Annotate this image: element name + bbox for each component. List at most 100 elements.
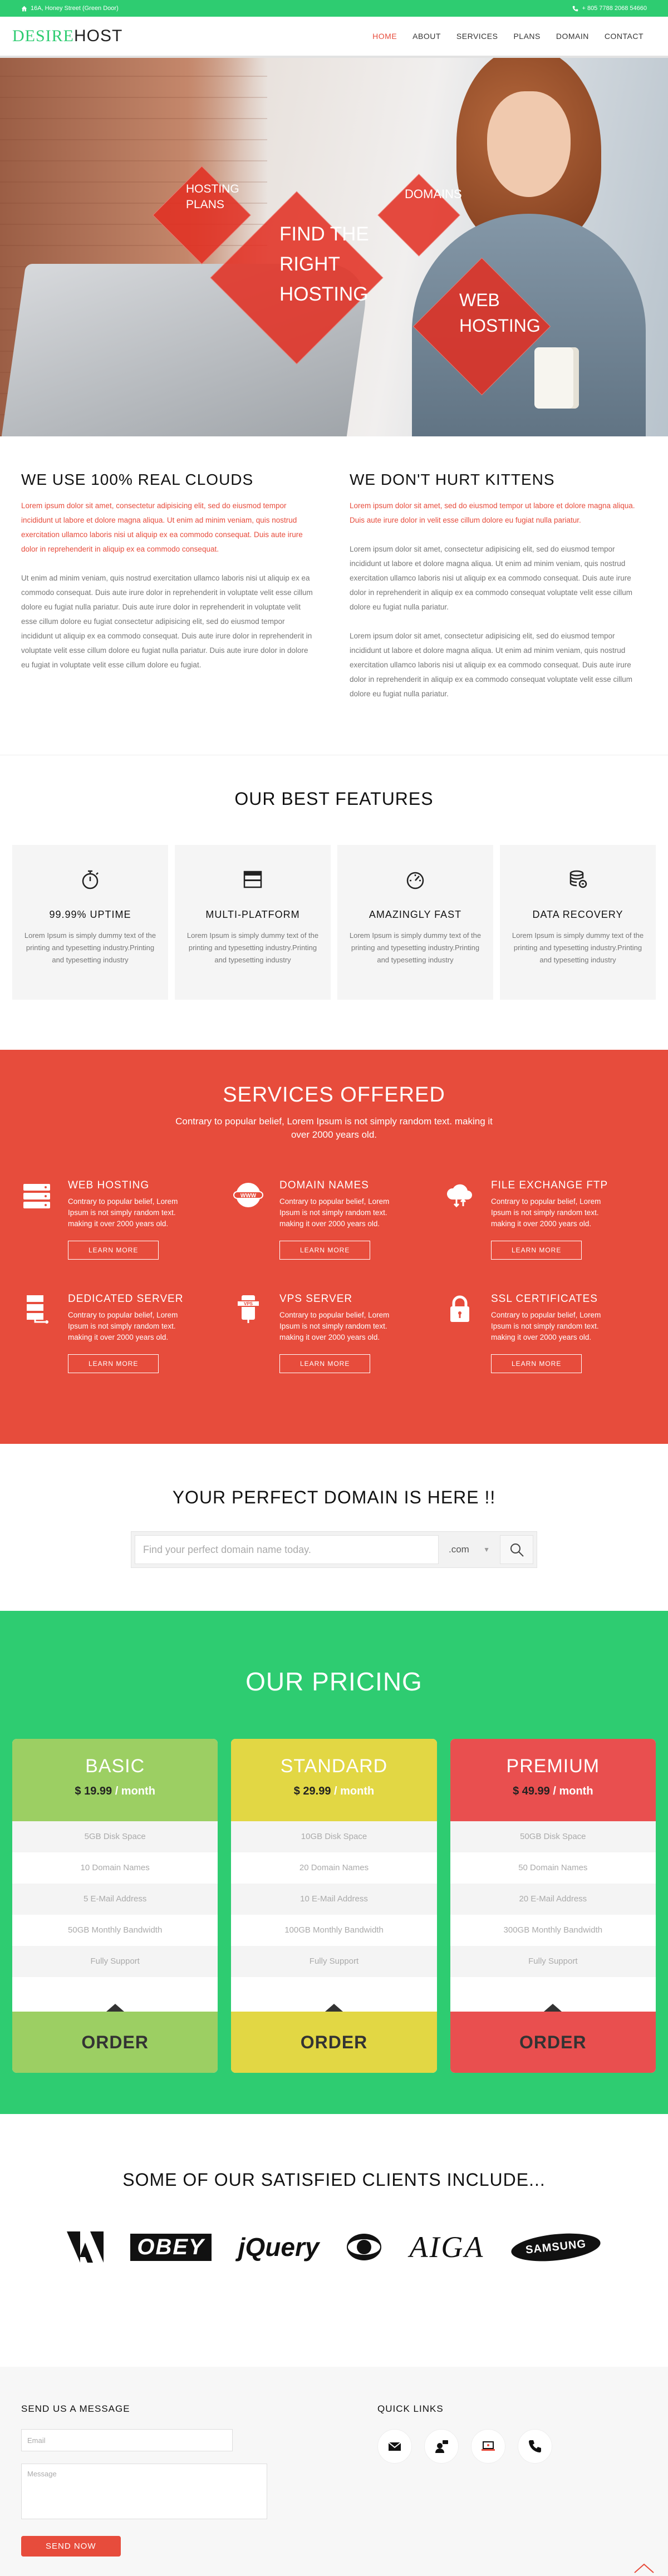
diamond-domains-label: DOMAINS	[405, 187, 462, 201]
order-button[interactable]: ORDER	[450, 2004, 656, 2073]
nav-item-home[interactable]: HOME	[365, 32, 405, 41]
services-subtitle: Contrary to popular belief, Lorem Ipsum …	[175, 1116, 493, 1140]
service-title: DOMAIN NAMES	[279, 1179, 369, 1191]
feature-text: Lorem Ipsum is simply dummy text of the …	[512, 931, 644, 964]
phone-text: + 805 7788 2068 54660	[582, 5, 647, 12]
plan-name: PREMIUM	[506, 1756, 600, 1777]
client-logo-samsung: SAMSUNG	[510, 2229, 602, 2265]
domain-search-input[interactable]: Find your perfect domain name today.	[135, 1535, 439, 1564]
nav-item-contact[interactable]: CONTACT	[597, 32, 651, 41]
plan-feature: Fully Support	[231, 1946, 437, 1977]
clients-section: SOME OF OUR SATISFIED CLIENTS INCLUDE...…	[0, 2114, 668, 2367]
feature-title: AMAZINGLY FAST	[369, 909, 462, 920]
quick-link-computer[interactable]	[471, 2429, 505, 2464]
email-field[interactable]: Email	[21, 2429, 233, 2451]
intro-section: WE USE 100% REAL CLOUDS Lorem ipsum dolo…	[0, 436, 668, 755]
nav-item-about[interactable]: ABOUT	[405, 32, 449, 41]
intro-right-text-1: Lorem ipsum dolor sit amet, consectetur …	[350, 545, 633, 611]
services-title: SERVICES OFFERED	[223, 1083, 445, 1107]
address-text: 16A, Honey Street (Green Door)	[31, 5, 119, 12]
feature-text: Lorem Ipsum is simply dummy text of the …	[24, 931, 156, 964]
address-info: 16A, Honey Street (Green Door)	[21, 5, 119, 12]
envelope-icon	[388, 2442, 401, 2451]
browser-window-icon	[243, 871, 262, 888]
domain-search-button[interactable]	[500, 1535, 533, 1564]
logo-part-desire: DESIRE	[12, 27, 74, 45]
service-item: WEB HOSTING Contrary to popular belief, L…	[21, 1179, 233, 1260]
service-item: DEDICATED SERVER Contrary to popular beli…	[21, 1293, 233, 1373]
client-logo-obey: OBEY	[130, 2233, 212, 2261]
plan-name: STANDARD	[280, 1756, 388, 1777]
plan-price-value: $ 29.99	[293, 1785, 331, 1797]
order-button[interactable]: ORDER	[231, 2004, 437, 2073]
nav-item-domain[interactable]: DOMAIN	[548, 32, 597, 41]
quick-link-mail[interactable]	[377, 2429, 412, 2464]
plan-feature: 10 E-Mail Address	[231, 1884, 437, 1915]
adobe-logo-icon	[67, 2231, 104, 2263]
service-title: FILE EXCHANGE FTP	[491, 1179, 608, 1191]
phone-icon	[573, 6, 578, 11]
service-text: Contrary to popular belief, Lorem Ipsum …	[491, 1311, 601, 1341]
nav-menu: HOME ABOUT SERVICES PLANS DOMAIN CONTACT	[365, 32, 651, 41]
plan-feature: 300GB Monthly Bandwidth	[503, 1925, 603, 1935]
nav-item-plans[interactable]: PLANS	[505, 32, 548, 41]
top-bar: 16A, Honey Street (Green Door) + 805 778…	[0, 0, 668, 17]
pricing-header: PREMIUM $ 49.99 / month	[450, 1739, 656, 1821]
search-icon	[510, 1543, 524, 1557]
service-item: SSL CERTIFICATES Contrary to popular beli…	[444, 1293, 656, 1373]
plan-feature: 10GB Disk Space	[231, 1821, 437, 1852]
quick-links-title: QUICK LINKS	[377, 2403, 444, 2414]
cloud-transfer-icon	[446, 1184, 472, 1208]
chevron-down-icon: ▼	[483, 1546, 490, 1554]
service-text: Contrary to popular belief, Lorem Ipsum …	[279, 1311, 390, 1341]
pricing-grid: BASIC $ 19.99 / month 5GB Disk Space 10 …	[0, 1697, 668, 2073]
contact-form: SEND US A MESSAGE Email Message SEND NOW	[21, 2403, 377, 2576]
feature-card: DATA RECOVERY Lorem Ipsum is simply dumm…	[500, 845, 656, 1000]
support-agent-icon	[435, 2440, 448, 2453]
learn-more-button[interactable]: LEARN MORE	[491, 1241, 582, 1260]
domain-search-bar: Find your perfect domain name today. .co…	[131, 1531, 537, 1568]
home-icon	[21, 6, 27, 11]
plan-feature: 100GB Monthly Bandwidth	[284, 1925, 384, 1935]
quick-link-support[interactable]	[424, 2429, 459, 2464]
pricing-card-premium: PREMIUM $ 49.99 / month 50GB Disk Space …	[450, 1739, 656, 2073]
learn-more-button[interactable]: LEARN MORE	[68, 1241, 159, 1260]
send-now-button[interactable]: SEND NOW	[21, 2536, 121, 2557]
service-text: Contrary to popular belief, Lorem Ipsum …	[68, 1197, 178, 1228]
logo-part-host: HOST	[74, 27, 123, 45]
features-section: OUR BEST FEATURES 99.99% UPTIME Lorem Ip…	[0, 755, 668, 1050]
plan-features: 5GB Disk Space 10 Domain Names 5 E-Mail …	[12, 1821, 218, 1977]
feature-title: MULTI-PLATFORM	[205, 909, 300, 920]
intro-left: WE USE 100% REAL CLOUDS Lorem ipsum dolo…	[21, 471, 318, 716]
footer: SEND US A MESSAGE Email Message SEND NOW…	[0, 2367, 668, 2576]
intro-right: WE DON'T HURT KITTENS Lorem ipsum dolor …	[350, 471, 647, 716]
feature-card: MULTI-PLATFORM Lorem Ipsum is simply dum…	[175, 845, 331, 1000]
plan-price-value: $ 49.99	[513, 1785, 550, 1797]
service-text: Contrary to popular belief, Lorem Ipsum …	[68, 1311, 178, 1341]
service-text: Contrary to popular belief, Lorem Ipsum …	[491, 1197, 601, 1228]
server-icon	[23, 1184, 50, 1208]
globe-www-icon: WWW	[233, 1183, 263, 1207]
tld-select[interactable]: .com ▼	[439, 1535, 500, 1564]
diamond-hosting-plans-label: HOSTING PLANS	[186, 183, 239, 211]
scroll-to-top-icon[interactable]	[633, 2563, 655, 2574]
vps-server-icon: VPS	[237, 1295, 260, 1323]
plan-price: $ 49.99 / month	[450, 1785, 656, 1798]
learn-more-button[interactable]: LEARN MORE	[279, 1354, 371, 1373]
learn-more-button[interactable]: LEARN MORE	[279, 1241, 371, 1260]
quick-link-phone[interactable]	[518, 2429, 552, 2464]
learn-more-button[interactable]: LEARN MORE	[68, 1354, 159, 1373]
message-title: SEND US A MESSAGE	[21, 2403, 130, 2414]
plan-feature: 5GB Disk Space	[12, 1821, 218, 1852]
diamond-find-hosting-label: FIND THE RIGHT HOSTING	[279, 223, 369, 305]
order-button[interactable]: ORDER	[12, 2004, 218, 2073]
client-logo-aiga: AIGA	[409, 2230, 485, 2264]
speedometer-icon	[406, 872, 424, 889]
plan-feature: 20 E-Mail Address	[450, 1884, 656, 1915]
site-logo[interactable]: DESIREHOST	[12, 27, 122, 46]
nav-item-services[interactable]: SERVICES	[449, 32, 506, 41]
service-title: VPS SERVER	[279, 1293, 353, 1305]
message-textarea[interactable]: Message	[21, 2464, 267, 2519]
learn-more-button[interactable]: LEARN MORE	[491, 1354, 582, 1373]
client-logo-jquery: jQuery	[238, 2233, 320, 2262]
